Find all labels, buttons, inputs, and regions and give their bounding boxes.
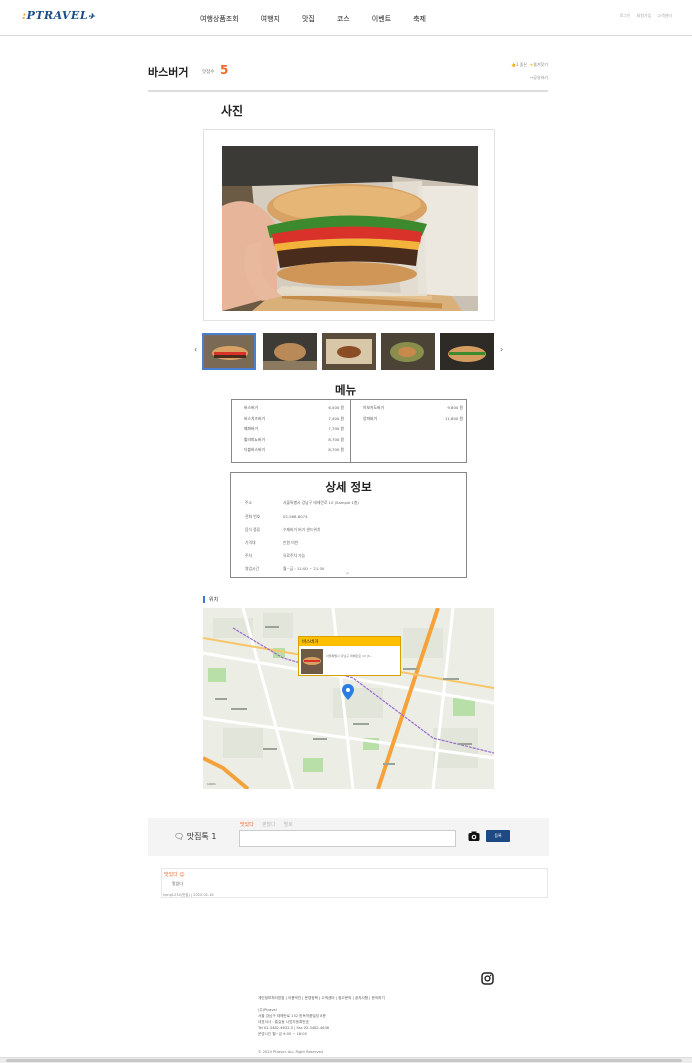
map-info-card[interactable]: 바스버거 서울특별시 강남구 테헤란로 10 (S... <box>298 636 401 676</box>
review-input[interactable] <box>239 830 456 847</box>
thumbnail-2[interactable] <box>263 333 317 370</box>
camera-icon[interactable] <box>468 830 480 842</box>
detail-row: 영업시간 월~금 : 11:00 ~ 21:30 <box>245 566 325 571</box>
map-card-thumbnail <box>301 649 323 674</box>
detail-section-title: 상세 정보 <box>325 480 372 494</box>
review-count: 🗨 맛집톡 1 <box>174 832 217 841</box>
thumbnail-3[interactable] <box>322 333 376 370</box>
detail-row: 음식 종류 수제버거 버거 샌드위치 <box>245 527 321 532</box>
menu-section-title: 메뉴 <box>335 383 357 397</box>
menu-divider <box>350 400 351 462</box>
menu-item: 양파버거 11,800 원 <box>363 415 463 421</box>
photo-section-title: 사진 <box>221 104 244 118</box>
logo[interactable]: :PTRAVEL✈ <box>22 9 95 22</box>
instagram-icon[interactable] <box>481 972 494 985</box>
tab-bad[interactable]: 별로 <box>284 821 293 828</box>
share-button[interactable]: ↪공유하기 <box>511 71 548 84</box>
menu-item: 바스버거 6,500 원 <box>244 405 344 410</box>
login-link[interactable]: 로그인 <box>619 13 630 19</box>
detail-row: 전화 번호 02-568-8074 <box>245 514 308 519</box>
nav-item-destination[interactable]: 여행지 <box>261 14 280 24</box>
nav-item-event[interactable]: 이벤트 <box>372 14 391 24</box>
support-link[interactable]: 고객센터 <box>657 13 672 19</box>
footer-info: (주)Ptravel 서울 강남구 테헤란로 132 한독약품빌딩 8층 대표이… <box>258 1008 330 1036</box>
review-bar: 🗨 맛집톡 1 맛있다 괜찮다 별로 등록 <box>148 818 549 856</box>
restaurant-name: 바스버거 <box>148 66 189 79</box>
menu-item: 더블바스버거 8,700 원 <box>244 447 344 452</box>
menu-column-right: 아보카도버거 9,800 원 양파버거 11,800 원 <box>363 405 463 426</box>
chevron-down-icon[interactable]: ⌄ <box>345 569 350 576</box>
menu-item: 페퍼버거 7,700 원 <box>244 426 344 431</box>
tab-okay[interactable]: 괜찮다 <box>262 821 276 828</box>
detail-row: 주차 유료주차 가능 <box>245 553 306 558</box>
chevron-right-icon[interactable]: › <box>500 345 503 354</box>
map-card-address: 서울특별시 강남구 테헤란로 10 (S... <box>326 654 373 658</box>
nav-item-course[interactable]: 코스 <box>337 14 350 24</box>
smile-icon: ☺ <box>179 872 185 878</box>
review-meta: hong1234(맛집) | 2020-02-18 <box>163 893 214 897</box>
chat-icon: 🗨 <box>174 832 185 841</box>
review-item: 맛있다 ☺ 맛있다 <box>161 868 548 898</box>
thumbnail-strip: ‹ › <box>194 333 510 370</box>
photo-frame <box>203 129 495 321</box>
restaurant-title-block: 바스버거 맛점수 5 👍1 좋은 ★즐겨찾기 ↪공유하기 <box>148 58 548 92</box>
menu-item: 바스치즈버거 7,400 원 <box>244 415 344 421</box>
detail-info-box: 상세 정보 주소 서울특별시 강남구 테헤란로 10 (Sample 1층) 전화… <box>230 472 467 578</box>
thumbnail-5[interactable] <box>440 333 494 370</box>
favorite-button[interactable]: ★즐겨찾기 <box>530 62 548 67</box>
submit-button[interactable]: 등록 <box>486 830 510 842</box>
map-scale: 100m <box>207 782 216 786</box>
util-nav: 로그인 회원가입 고객센터 <box>619 13 672 19</box>
main-nav: 여행상품조회 여행지 맛집 코스 이벤트 축제 <box>200 14 426 24</box>
map-view[interactable]: 바스버거 서울특별시 강남구 테헤란로 10 (S... 100m <box>203 608 494 789</box>
nav-item-festival[interactable]: 축제 <box>413 14 426 24</box>
location-label: 위치 <box>203 596 218 603</box>
menu-column-left: 바스버거 6,500 원 바스치즈버거 7,400 원 페퍼버거 7,700 원 할라… <box>244 405 344 458</box>
horizontal-scrollbar[interactable] <box>0 1057 692 1063</box>
review-rating: 맛있다 ☺ <box>164 872 185 878</box>
scrollbar-thumb[interactable] <box>6 1059 682 1062</box>
review-rating-tabs: 맛있다 괜찮다 별로 <box>240 821 293 828</box>
menu-item: 할라피뇨버거 8,700 원 <box>244 436 344 442</box>
copyright: © 2020 Ptravel. ALL Right Reserved <box>258 1050 323 1054</box>
title-actions: 👍1 좋은 ★즐겨찾기 ↪공유하기 <box>511 58 548 84</box>
signup-link[interactable]: 회원가입 <box>637 13 652 19</box>
main-photo[interactable] <box>222 146 478 311</box>
thumbnail-1[interactable] <box>202 333 256 370</box>
score-value: 5 <box>220 63 229 77</box>
detail-row: 가격대 만원 미만 <box>245 540 299 545</box>
chevron-left-icon[interactable]: ‹ <box>194 345 197 354</box>
nav-item-products[interactable]: 여행상품조회 <box>200 14 239 24</box>
menu-box: 바스버거 6,500 원 바스치즈버거 7,400 원 페퍼버거 7,700 원 할라… <box>231 399 467 463</box>
nav-item-restaurant[interactable]: 맛집 <box>302 14 315 24</box>
tab-delicious[interactable]: 맛있다 <box>240 821 254 828</box>
like-button[interactable]: 👍1 좋은 <box>511 62 527 67</box>
menu-item: 아보카도버거 9,800 원 <box>363 405 463 410</box>
review-text: 맛있다 <box>172 881 184 886</box>
site-header: :PTRAVEL✈ 여행상품조회 여행지 맛집 코스 이벤트 축제 로그인 회원… <box>0 0 692 36</box>
detail-row: 주소 서울특별시 강남구 테헤란로 10 (Sample 1층) <box>245 500 359 505</box>
plane-icon: ✈ <box>88 11 96 21</box>
map-card-title: 바스버거 <box>299 637 400 646</box>
footer-links[interactable]: 개인정보처리방침 | 이용약관 | 운영정책 | 고객센터 | 광고문의 | 공… <box>258 996 385 1001</box>
score-label: 맛점수 <box>202 70 215 75</box>
thumbnail-4[interactable] <box>381 333 435 370</box>
